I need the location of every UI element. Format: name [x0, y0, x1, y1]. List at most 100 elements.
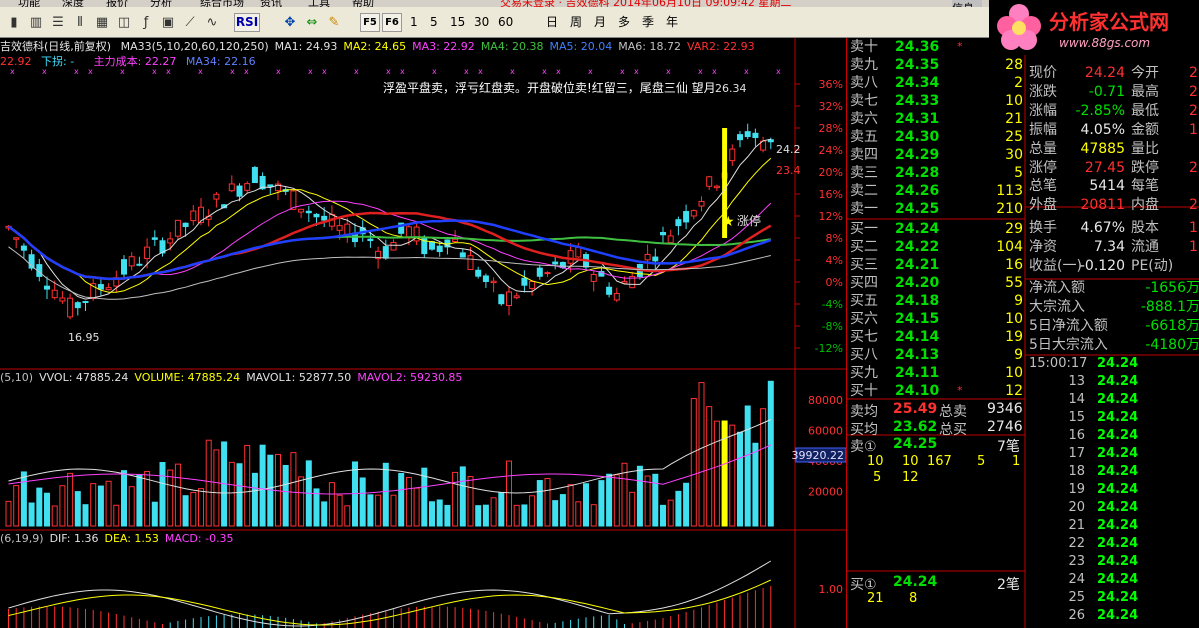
period-button[interactable]: 5	[430, 13, 438, 32]
grid-icon[interactable]: ▦	[92, 13, 112, 32]
tick-row: 15 24.24	[1027, 409, 1199, 427]
kline-icon[interactable]: ⫴	[70, 13, 90, 32]
volume-bar	[398, 472, 405, 527]
volume-bar	[559, 494, 566, 527]
period-button[interactable]: 30	[474, 13, 489, 32]
order-book-row[interactable]: 买十 24.10 * 12	[847, 382, 1025, 400]
quote-row: 净资 7.34 流通 1.0	[1027, 238, 1199, 257]
order-book-row[interactable]: 买八 24.13 9	[847, 346, 1025, 364]
period-button[interactable]: 15	[450, 13, 465, 32]
macd-label: DIF: 1.36	[49, 532, 99, 545]
candle-body	[459, 252, 466, 258]
f6-button[interactable]: F6	[382, 13, 402, 32]
signal-marker: x	[776, 67, 781, 76]
period-button[interactable]: 60	[498, 13, 513, 32]
order-volume: 16	[1005, 257, 1023, 273]
order-price: 24.34	[895, 75, 940, 91]
period-button[interactable]: 1	[410, 13, 418, 32]
order-level-label: 卖七	[850, 93, 878, 109]
volume-bar	[529, 495, 536, 527]
candle-body	[344, 223, 351, 235]
order-book-row[interactable]: 卖二 24.26 113	[847, 182, 1025, 200]
tick-row: 20 24.24	[1027, 499, 1199, 517]
signal-marker: x	[276, 67, 281, 76]
rsi-button[interactable]: RSI	[234, 13, 260, 32]
menu-item[interactable]: 帮助	[352, 0, 374, 7]
formula-icon[interactable]: ƒ	[136, 13, 156, 32]
volume-bar	[105, 480, 112, 527]
period-unit-button[interactable]: 季	[642, 13, 654, 32]
order-book-row[interactable]: 卖一 24.25 210	[847, 200, 1025, 218]
order-book-row[interactable]: 买三 24.21 16	[847, 256, 1025, 274]
order-book-row[interactable]: 卖三 24.28 5	[847, 164, 1025, 182]
tick-row: 16 24.24	[1027, 427, 1199, 445]
info-tab[interactable]: 信息	[952, 0, 982, 7]
volume-bar	[167, 469, 174, 527]
sell1-order-size: 5	[873, 470, 882, 485]
chart-area[interactable]: 36% 32% 28% 24% 20% 16% 12% 8% 4% 0% -4% -8% -12% 800…	[0, 38, 846, 628]
signal-marker: x	[698, 67, 703, 76]
ma-label: MA6: 18.72	[618, 40, 681, 53]
order-book-row[interactable]: 卖四 24.29 30	[847, 146, 1025, 164]
menu-item[interactable]: 综合市场	[200, 0, 244, 7]
period-unit-button[interactable]: 多	[618, 13, 630, 32]
order-book-row[interactable]: 卖九 24.35 28	[847, 56, 1025, 74]
tick-time: 26	[1068, 608, 1085, 623]
chart-box-icon[interactable]: ▣	[158, 13, 178, 32]
order-book-row[interactable]: 买一 24.24 29	[847, 220, 1025, 238]
line-icon[interactable]: ⟋	[180, 13, 200, 32]
trend-icon[interactable]: ∿	[202, 13, 222, 32]
macd-axis-label: 1.00	[819, 583, 844, 596]
order-volume: 210	[996, 201, 1023, 217]
volume-bar	[313, 488, 320, 527]
period-unit-button[interactable]: 月	[594, 13, 606, 32]
volume-bar	[359, 477, 366, 527]
quote-value: 5414	[1089, 178, 1125, 195]
order-price: 24.10	[895, 383, 940, 399]
menu-item[interactable]: 功能	[18, 0, 40, 7]
quote-row: 涨幅 -2.85% 最低 2	[1027, 102, 1199, 121]
order-price: 24.20	[895, 275, 940, 291]
volume-label: MAVOL2: 59230.85	[357, 371, 463, 384]
order-book-row[interactable]: 卖七 24.33 10	[847, 92, 1025, 110]
f5-button[interactable]: F5	[360, 13, 380, 32]
order-volume: 5	[1014, 165, 1023, 181]
period-unit-button[interactable]: 年	[666, 13, 678, 32]
move-icon[interactable]: ✥	[280, 13, 300, 32]
pct-axis-label: -8%	[822, 320, 843, 333]
order-volume: 9	[1014, 293, 1023, 309]
low-price-label: 16.95	[68, 331, 100, 344]
bar-chart-icon[interactable]: ▥	[26, 13, 46, 32]
volume-bar	[97, 485, 104, 527]
volume-bar	[444, 504, 451, 527]
quote-value: 1.0	[1189, 220, 1199, 236]
candle-body	[467, 255, 474, 270]
order-book-row[interactable]: 买五 24.18 9	[847, 292, 1025, 310]
order-book-row[interactable]: 卖五 24.30 25	[847, 128, 1025, 146]
window-icon[interactable]: ◫	[114, 13, 134, 32]
pin-icon[interactable]: ✎	[324, 13, 344, 32]
candle-body	[82, 301, 89, 304]
period-unit-button[interactable]: 日	[546, 13, 558, 32]
signal-marker: x	[322, 67, 327, 76]
period-unit-button[interactable]: 周	[570, 13, 582, 32]
order-book-row[interactable]: 买九 24.11 10	[847, 364, 1025, 382]
menu-item[interactable]: 资讯	[260, 0, 282, 7]
candlestick-icon[interactable]: ▮	[4, 13, 24, 32]
order-book-row[interactable]: 买六 24.15 10	[847, 310, 1025, 328]
quote-row: 涨跌 -0.71 最高 2	[1027, 83, 1199, 102]
arrows-icon[interactable]: ⇔	[302, 13, 322, 32]
volume-bar	[44, 492, 50, 527]
order-book-row[interactable]: 买四 24.20 55	[847, 274, 1025, 292]
order-book-row[interactable]: 买二 24.22 104	[847, 238, 1025, 256]
menu-item[interactable]: 分析	[150, 0, 172, 7]
menu-item[interactable]: 工具	[308, 0, 330, 7]
menu-item[interactable]: 报价	[106, 0, 128, 7]
order-book-row[interactable]: 卖八 24.34 2	[847, 74, 1025, 92]
order-book-row[interactable]: 买七 24.14 19	[847, 328, 1025, 346]
main-cost-label: 主力成本: 22.27	[93, 55, 177, 68]
list-icon[interactable]: ☰	[48, 13, 68, 32]
order-book-row[interactable]: 卖六 24.31 21	[847, 110, 1025, 128]
menu-item[interactable]: 深度	[62, 0, 84, 7]
order-level-label: 卖八	[850, 75, 878, 91]
